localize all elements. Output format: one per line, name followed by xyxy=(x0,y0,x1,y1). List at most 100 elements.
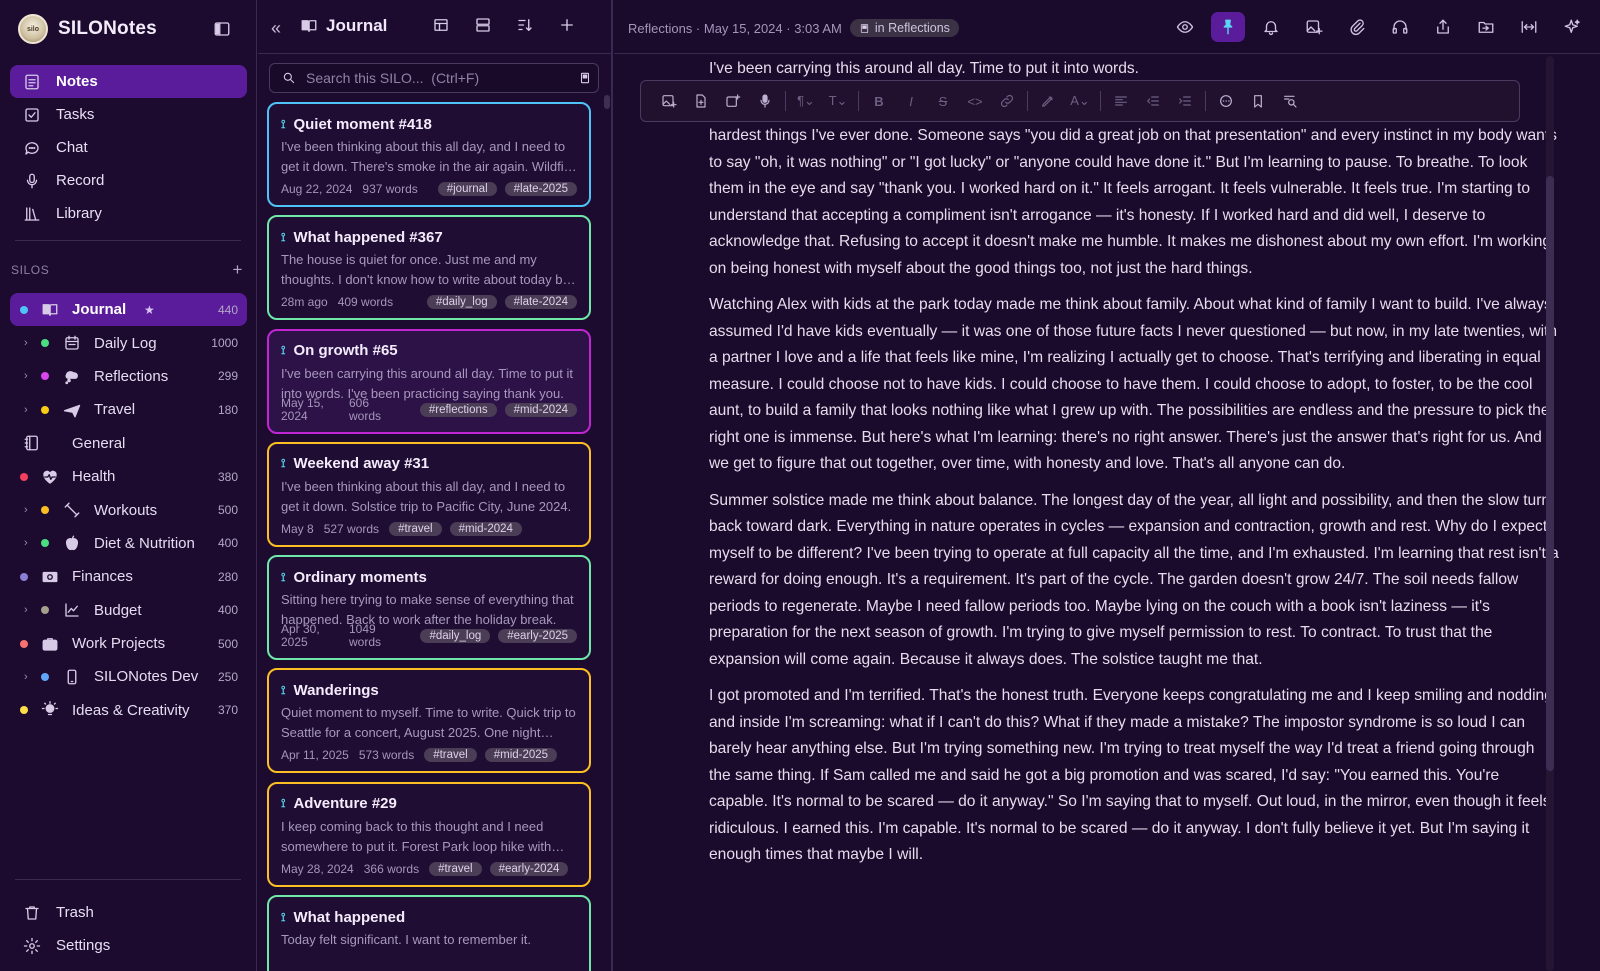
note-tag[interactable]: #travel xyxy=(429,861,482,876)
expand-chevron-icon[interactable]: › xyxy=(24,537,28,549)
note-tag[interactable]: #daily_log xyxy=(426,295,497,310)
bookmark-button[interactable] xyxy=(1242,87,1274,115)
note-tag[interactable]: #mid-2024 xyxy=(449,521,522,536)
add-silo-icon[interactable]: + xyxy=(232,260,243,280)
note-tag[interactable]: #travel xyxy=(424,748,477,763)
silo-item[interactable]: › Daily Log 1000 xyxy=(10,326,247,359)
silo-color-dot xyxy=(41,506,49,515)
note-card[interactable]: ⟟ Ordinary moments Sitting here trying t… xyxy=(267,555,591,661)
note-excerpt: Today felt significant. I want to rememb… xyxy=(281,932,531,948)
find-button[interactable] xyxy=(1274,87,1306,115)
indent-icon xyxy=(1177,93,1193,109)
silo-item[interactable]: Journal ★ 440 xyxy=(10,293,247,327)
code-button[interactable]: <> xyxy=(959,87,991,115)
layout-list-icon[interactable] xyxy=(474,16,492,34)
layout-grid-icon[interactable] xyxy=(432,16,450,34)
note-card[interactable]: ⟟ Weekend away #31 I've been thinking ab… xyxy=(267,441,591,547)
bold-button[interactable]: B xyxy=(863,87,895,115)
paragraph-style-button[interactable]: ¶⌄ xyxy=(790,87,822,115)
note-tag[interactable]: #mid-2025 xyxy=(484,748,558,763)
link-button[interactable] xyxy=(991,87,1023,115)
note-tag[interactable]: #early-2025 xyxy=(498,629,577,644)
search-options-icon[interactable] xyxy=(578,71,592,85)
scrollbar-thumb[interactable] xyxy=(1546,176,1554,771)
image-add-icon xyxy=(661,93,677,109)
strikethrough-icon: S xyxy=(938,93,948,109)
note-tag[interactable]: #daily_log xyxy=(420,629,491,644)
nav-tasks[interactable]: Tasks xyxy=(10,98,247,131)
expand-chevron-icon[interactable]: › xyxy=(24,604,28,616)
silo-item[interactable]: › Travel 180 xyxy=(10,393,247,426)
favorite-star-icon[interactable]: ★ xyxy=(144,303,155,317)
italic-button[interactable]: I xyxy=(895,87,927,115)
note-tag[interactable]: #late-2025 xyxy=(504,182,577,196)
note-title-row: ⟟ What happened #367 xyxy=(281,227,577,247)
silo-count: 250 xyxy=(217,669,238,684)
editor-scrollbar[interactable] xyxy=(1546,56,1554,971)
search-input[interactable] xyxy=(306,70,568,86)
silo-item[interactable]: › Workouts 500 xyxy=(10,493,247,526)
expand-chevron-icon[interactable]: › xyxy=(24,370,28,382)
insert-image-button[interactable] xyxy=(653,87,685,115)
note-card[interactable]: ⟟ On growth #65 I've been carrying this … xyxy=(267,328,591,434)
silo-item[interactable]: › Reflections 299 xyxy=(10,360,247,393)
note-meta: Apr 30, 2025 1049 words #daily_log #early… xyxy=(281,623,577,649)
paragraph[interactable]: hardest things I've ever done. Someone s… xyxy=(709,123,1559,282)
indent-button[interactable] xyxy=(1169,87,1201,115)
expand-chevron-icon[interactable]: › xyxy=(24,671,28,683)
expand-chevron-icon[interactable]: › xyxy=(24,404,28,416)
font-color-icon: A⌄ xyxy=(1070,93,1090,108)
collapse-sidebar-icon[interactable] xyxy=(213,20,231,38)
sort-icon[interactable] xyxy=(516,16,534,34)
note-body[interactable]: hardest things I've ever done. Someone s… xyxy=(709,0,1559,971)
more-button[interactable] xyxy=(1210,87,1242,115)
note-tag[interactable]: #early-2024 xyxy=(489,861,569,876)
expand-chevron-icon[interactable]: › xyxy=(24,504,28,516)
note-card[interactable]: ⟟ What happened #367 The house is quiet … xyxy=(267,215,591,321)
outdent-button[interactable] xyxy=(1137,87,1169,115)
new-note-icon[interactable] xyxy=(558,16,576,34)
nav-record[interactable]: Record xyxy=(10,164,247,197)
silo-item[interactable]: General xyxy=(10,427,247,460)
note-card[interactable]: ⟟ Quiet moment #418 I've been thinking a… xyxy=(267,102,591,207)
nav-library[interactable]: Library xyxy=(10,197,247,230)
note-tag[interactable]: #mid-2024 xyxy=(504,402,577,417)
silo-item[interactable]: › SILONotes Dev 250 xyxy=(10,660,247,693)
align-button[interactable] xyxy=(1105,87,1137,115)
paragraph[interactable]: Watching Alex with kids at the park toda… xyxy=(709,292,1559,478)
paragraph[interactable]: I got promoted and I'm terrified. That's… xyxy=(709,683,1559,869)
insert-file-button[interactable] xyxy=(685,87,717,115)
strike-button[interactable]: S xyxy=(927,87,959,115)
silo-item[interactable]: Health 380 xyxy=(10,460,247,493)
silo-item[interactable]: Ideas & Creativity 370 xyxy=(10,694,247,727)
insert-card-button[interactable] xyxy=(717,87,749,115)
dictate-button[interactable] xyxy=(749,87,781,115)
note-tag[interactable]: #travel xyxy=(389,521,442,536)
nav-settings[interactable]: Settings xyxy=(10,929,247,962)
silo-item[interactable]: Work Projects 500 xyxy=(10,627,247,660)
note-tag[interactable]: #late-2024 xyxy=(504,295,577,310)
code-icon: <> xyxy=(967,93,983,109)
list-scrollbar[interactable] xyxy=(604,95,610,109)
text-size-button[interactable]: T⌄ xyxy=(822,87,854,115)
separator xyxy=(1027,91,1028,111)
nav-trash[interactable]: Trash xyxy=(10,896,247,929)
silo-item[interactable]: › Diet & Nutrition 400 xyxy=(10,527,247,560)
paragraph[interactable]: Summer solstice made me think about bala… xyxy=(709,488,1559,674)
highlight-button[interactable] xyxy=(1032,87,1064,115)
note-card[interactable]: ⟟ Adventure #29 I keep coming back to th… xyxy=(267,781,591,887)
note-tag[interactable]: #journal xyxy=(437,182,497,196)
note-card[interactable]: ⟟ Wanderings Quiet moment to myself. Tim… xyxy=(267,668,591,774)
ai-button[interactable] xyxy=(1555,12,1589,42)
nav-chat[interactable]: Chat xyxy=(10,131,247,164)
silo-item[interactable]: › Budget 400 xyxy=(10,594,247,627)
font-color-button[interactable]: A⌄ xyxy=(1064,87,1096,115)
file-add-icon xyxy=(693,93,709,109)
collapse-list-icon[interactable]: « xyxy=(271,18,281,39)
nav-notes[interactable]: Notes xyxy=(10,65,247,98)
silo-item[interactable]: Finances 280 xyxy=(10,560,247,593)
note-card[interactable]: ⟟ What happened Today felt significant. … xyxy=(267,895,591,971)
note-tag[interactable]: #reflections xyxy=(419,402,497,417)
expand-chevron-icon[interactable]: › xyxy=(24,337,28,349)
note-title-row: ⟟ Wanderings xyxy=(281,680,577,700)
